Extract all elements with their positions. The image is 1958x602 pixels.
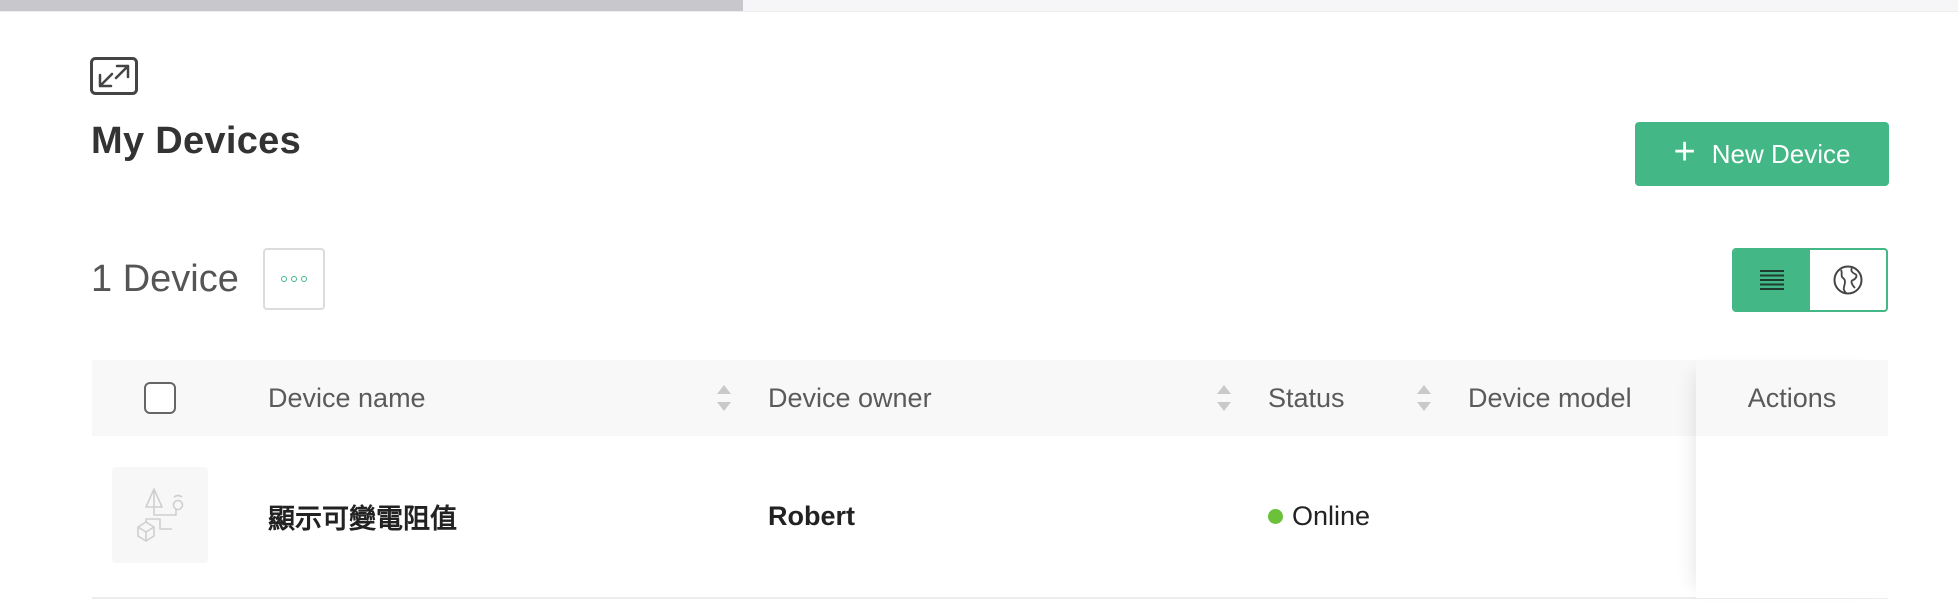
new-device-button[interactable]: + New Device bbox=[1635, 122, 1889, 186]
fullscreen-button[interactable] bbox=[90, 57, 138, 95]
column-device-owner[interactable]: Device owner bbox=[768, 360, 932, 436]
status-label: Online bbox=[1292, 501, 1371, 531]
online-status-dot bbox=[1268, 509, 1283, 524]
actions-column: Actions bbox=[1696, 360, 1888, 598]
device-count: 1 Device bbox=[91, 258, 239, 300]
more-options-icon bbox=[281, 276, 287, 282]
globe-icon bbox=[1833, 265, 1863, 295]
column-device-model: Device model bbox=[1468, 382, 1632, 413]
new-device-label: New Device bbox=[1711, 138, 1851, 169]
page-title: My Devices bbox=[91, 120, 302, 162]
sort-device-name-icon[interactable] bbox=[717, 385, 731, 411]
map-view-button[interactable] bbox=[1810, 250, 1886, 310]
select-all-checkbox[interactable] bbox=[144, 382, 176, 414]
view-toggle bbox=[1732, 248, 1888, 312]
table-row[interactable]: 顯示可變電阻值 Robert Online bbox=[92, 436, 1888, 599]
sort-device-owner-icon[interactable] bbox=[1217, 385, 1231, 411]
device-owner: Robert bbox=[768, 501, 855, 531]
device-placeholder-icon bbox=[137, 488, 184, 542]
status-badge: Online bbox=[1268, 436, 1370, 597]
sort-status-icon[interactable] bbox=[1417, 385, 1431, 411]
devices-table: Device name Device owner Status Device m… bbox=[92, 360, 1888, 599]
column-device-name[interactable]: Device name bbox=[268, 360, 426, 436]
list-view-icon bbox=[1760, 270, 1784, 290]
list-view-button[interactable] bbox=[1734, 250, 1810, 310]
device-name[interactable]: 顯示可變電阻值 bbox=[268, 436, 457, 597]
expand-arrows-icon bbox=[90, 57, 138, 95]
plus-icon: + bbox=[1673, 131, 1696, 173]
top-progress-fill bbox=[0, 0, 743, 11]
more-options-button[interactable] bbox=[263, 248, 325, 310]
column-actions: Actions bbox=[1696, 360, 1888, 436]
column-status[interactable]: Status bbox=[1268, 360, 1345, 436]
top-progress-bar bbox=[0, 0, 1958, 12]
device-thumbnail bbox=[112, 467, 208, 563]
table-header: Device name Device owner Status Device m… bbox=[92, 360, 1888, 436]
